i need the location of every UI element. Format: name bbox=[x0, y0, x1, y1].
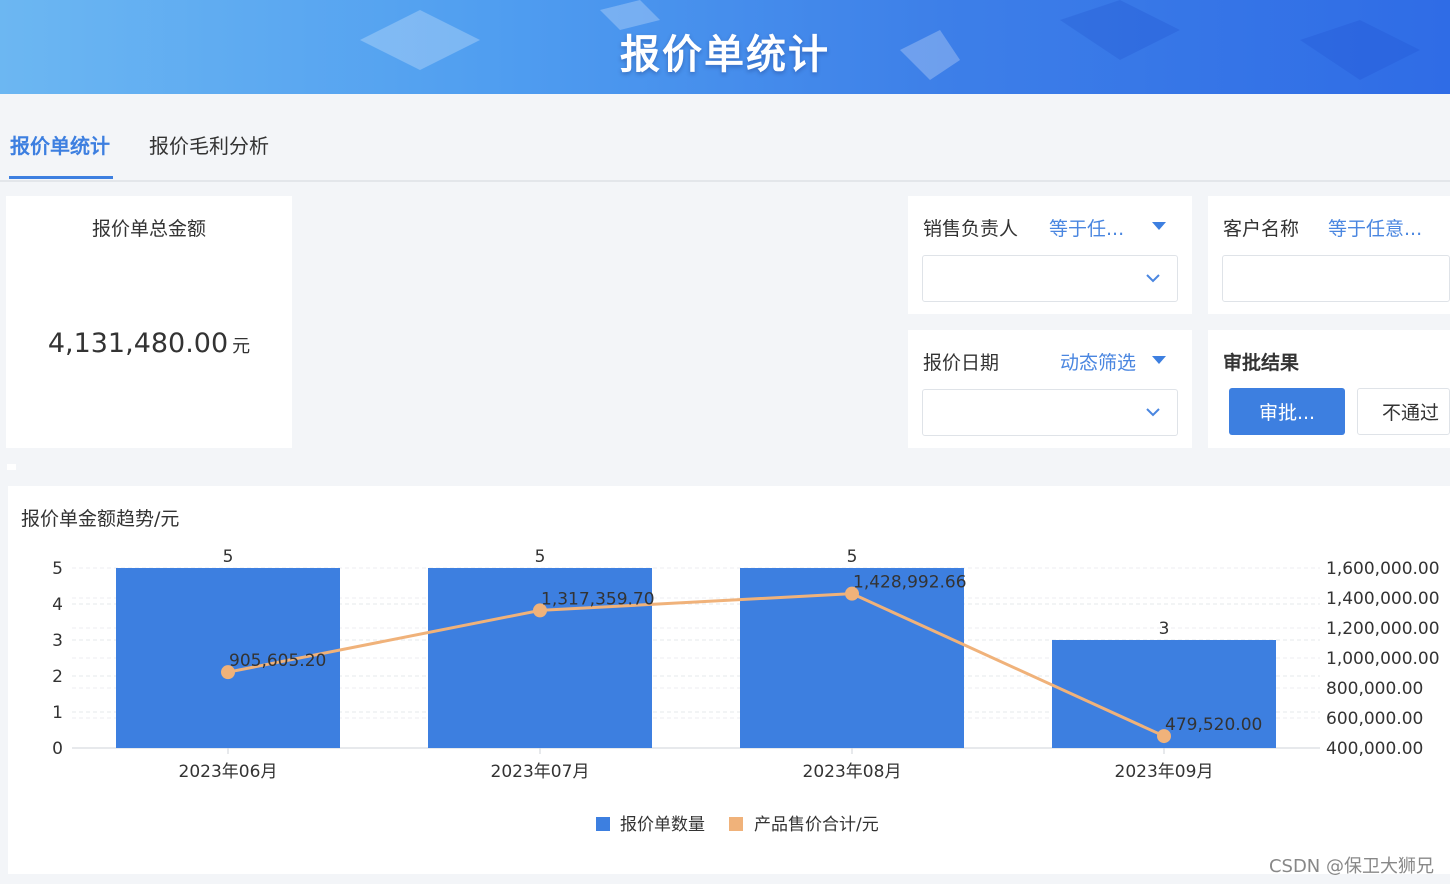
divider-marker bbox=[7, 464, 16, 470]
chevron-down-icon bbox=[1146, 408, 1160, 417]
y-right-tick-label: 400,000.00 bbox=[1326, 739, 1423, 759]
x-tick-label: 2023年07月 bbox=[491, 762, 590, 782]
chart-card-quote-trend: 报价单金额趋势/元 0 1 2 3 4 5 400,000.00 600,000.00 800,… bbox=[8, 486, 1450, 874]
kpi-value: 4,131,480.00 bbox=[47, 328, 229, 359]
filter-customer-name: 客户名称 等于任意... bbox=[1208, 196, 1450, 314]
y-left-tick-label: 0 bbox=[52, 739, 63, 759]
line-data-label: 905,605.20 bbox=[229, 651, 326, 671]
y-right-tick-label: 1,600,000.00 bbox=[1326, 559, 1440, 579]
approval-option-rejected[interactable]: 不通过 bbox=[1357, 388, 1450, 435]
active-tab-indicator bbox=[9, 176, 113, 179]
caret-down-icon[interactable] bbox=[1152, 356, 1166, 364]
page-banner: 报价单统计 bbox=[0, 0, 1450, 94]
filter-label: 客户名称 bbox=[1223, 218, 1300, 240]
tab-gross-profit-analysis[interactable]: 报价毛利分析 bbox=[149, 130, 269, 159]
watermark: CSDN @保卫大狮兄 bbox=[1268, 856, 1434, 877]
x-tick-label: 2023年06月 bbox=[179, 762, 278, 782]
filter-quote-date: 报价日期 动态筛选 bbox=[908, 330, 1192, 448]
series-line bbox=[227, 592, 1165, 738]
tab-bar: 报价单统计 报价毛利分析 bbox=[0, 94, 1450, 182]
line-data-label: 479,520.00 bbox=[1165, 715, 1262, 735]
bar-data-label: 5 bbox=[535, 547, 546, 567]
legend-label-line: 产品售价合计/元 bbox=[754, 815, 879, 835]
y-right-tick-label: 600,000.00 bbox=[1326, 709, 1423, 729]
sales-owner-select[interactable] bbox=[922, 255, 1178, 302]
kpi-card-total-amount: 报价单总金额 4,131,480.00 元 bbox=[6, 196, 292, 448]
tab-quote-stats[interactable]: 报价单统计 bbox=[10, 130, 110, 159]
bar-data-label: 5 bbox=[847, 547, 858, 567]
filter-mode-selector[interactable]: 等于任... bbox=[1049, 214, 1124, 241]
page-title: 报价单统计 bbox=[620, 32, 830, 78]
filter-sales-owner: 销售负责人 等于任... bbox=[908, 196, 1192, 314]
legend-swatch-line bbox=[729, 817, 743, 831]
y-left-tick-label: 1 bbox=[52, 703, 63, 723]
x-tick-label: 2023年09月 bbox=[1115, 762, 1214, 782]
line-data-label: 1,428,992.66 bbox=[853, 573, 967, 593]
filter-label: 销售负责人 bbox=[923, 218, 1019, 240]
y-right-tick-label: 1,400,000.00 bbox=[1326, 589, 1440, 609]
y-right-tick-label: 1,000,000.00 bbox=[1326, 649, 1440, 669]
quote-trend-chart: 0 1 2 3 4 5 400,000.00 600,000.00 800,000.00 1,00… bbox=[52, 547, 1440, 835]
y-left-tick-label: 4 bbox=[52, 595, 63, 615]
filter-label: 审批结果 bbox=[1223, 352, 1300, 374]
customer-name-select[interactable] bbox=[1222, 255, 1450, 302]
y-right-tick-label: 800,000.00 bbox=[1326, 679, 1423, 699]
caret-down-icon[interactable] bbox=[1152, 222, 1166, 230]
kpi-title: 报价单总金额 bbox=[91, 218, 206, 240]
legend-label-bars: 报价单数量 bbox=[620, 815, 705, 835]
y-right-tick-label: 1,200,000.00 bbox=[1326, 619, 1440, 639]
bar-data-label: 3 bbox=[1159, 619, 1170, 639]
quote-date-select[interactable] bbox=[922, 389, 1178, 436]
chevron-down-icon bbox=[1146, 274, 1160, 283]
x-tick-label: 2023年08月 bbox=[803, 762, 902, 782]
kpi-unit: 元 bbox=[232, 336, 251, 357]
y-left-tick-label: 3 bbox=[52, 631, 63, 651]
bar-data-label: 5 bbox=[223, 547, 234, 567]
filter-mode-selector[interactable]: 动态筛选 bbox=[1060, 348, 1136, 375]
filter-approval-result: 审批结果 审批... 不通过 bbox=[1208, 330, 1450, 448]
y-left-tick-label: 2 bbox=[52, 667, 63, 687]
y-left-tick-label: 5 bbox=[52, 559, 63, 579]
filter-label: 报价日期 bbox=[923, 352, 1000, 374]
line-data-label: 1,317,359.70 bbox=[541, 589, 655, 609]
filter-mode-selector[interactable]: 等于任意... bbox=[1328, 214, 1422, 241]
kpi-value-row: 4,131,480.00 元 bbox=[6, 328, 292, 359]
legend-swatch-bars bbox=[596, 817, 610, 831]
approval-option-approved[interactable]: 审批... bbox=[1229, 388, 1345, 435]
